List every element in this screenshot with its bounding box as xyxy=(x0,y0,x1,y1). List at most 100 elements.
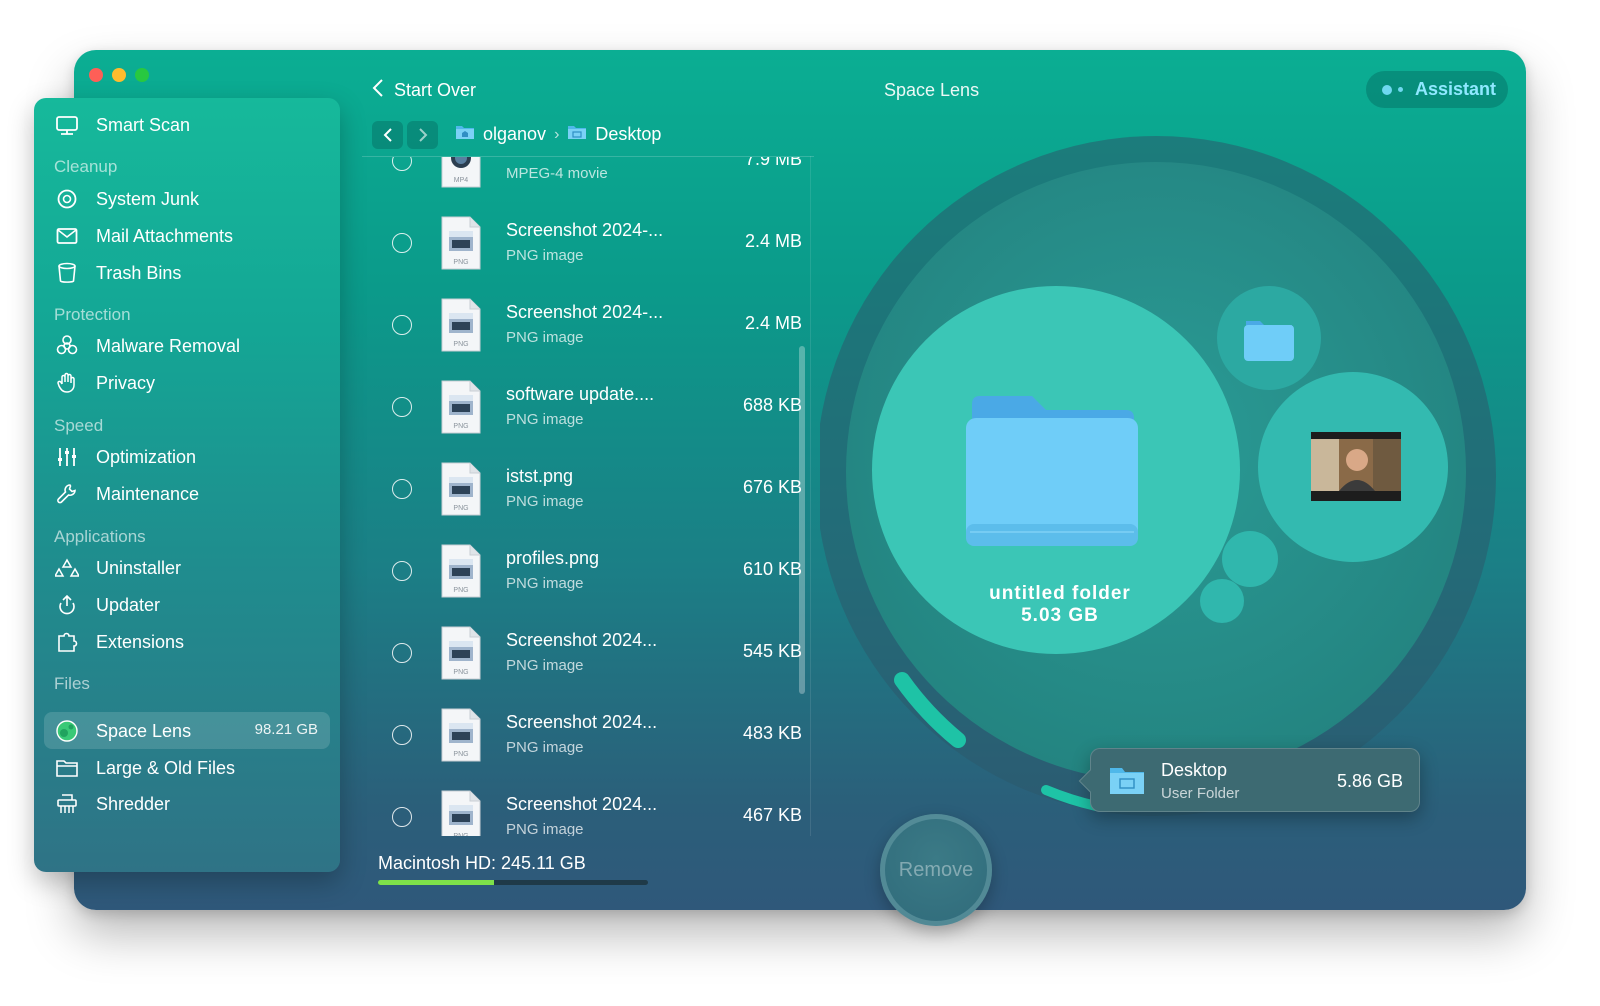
sidebar-item-privacy[interactable]: Privacy xyxy=(54,368,155,398)
junk-icon xyxy=(54,186,80,212)
desktop-folder-icon xyxy=(1109,765,1145,800)
list-item[interactable]: PNG Screenshot 2024... PNG image 467 KB xyxy=(362,777,802,836)
forward-button[interactable] xyxy=(407,121,438,149)
sidebar-item-label: Uninstaller xyxy=(96,557,182,578)
section-heading-speed: Speed xyxy=(54,416,104,435)
close-window-button[interactable] xyxy=(89,68,103,82)
section-heading-files: Files xyxy=(54,674,90,693)
select-checkbox[interactable] xyxy=(392,157,412,171)
file-type: MPEG-4 movie xyxy=(506,165,608,182)
file-size: 610 KB xyxy=(742,559,802,579)
sidebar-item-large-old-files[interactable]: Large & Old Files xyxy=(54,753,235,783)
remove-button[interactable]: Remove xyxy=(880,814,992,926)
select-checkbox[interactable] xyxy=(392,561,412,581)
sidebar-item-system-junk[interactable]: System Junk xyxy=(54,184,199,214)
list-item[interactable]: PNG Screenshot 2024... PNG image 545 KB xyxy=(362,613,802,693)
file-ext-label: PNG xyxy=(453,833,468,836)
chevron-right-icon xyxy=(418,128,427,142)
list-item[interactable]: PNG Screenshot 2024... PNG image 483 KB xyxy=(362,695,802,775)
file-name: profiles.png xyxy=(506,548,600,568)
sidebar-item-uninstaller[interactable]: Uninstaller xyxy=(54,553,181,583)
image-file-icon: PNG xyxy=(441,626,481,680)
updater-icon xyxy=(54,592,80,618)
select-checkbox[interactable] xyxy=(392,233,412,253)
shredder-icon xyxy=(54,791,80,817)
sidebar: Smart Scan Cleanup System Junk Mail Atta… xyxy=(34,98,340,872)
back-button[interactable] xyxy=(372,121,403,149)
breadcrumb-root[interactable]: olganov xyxy=(483,124,546,145)
file-name: CleanShot 2024-0... xyxy=(506,157,666,159)
file-type: PNG image xyxy=(506,247,584,264)
select-checkbox[interactable] xyxy=(392,315,412,335)
bubble-name: untitled folder xyxy=(989,583,1131,604)
wrench-icon xyxy=(54,481,80,507)
select-checkbox[interactable] xyxy=(392,643,412,663)
file-name: Screenshot 2024-... xyxy=(506,220,664,240)
assistant-dot-icon xyxy=(1382,84,1392,95)
space-lens-icon xyxy=(54,718,80,744)
tooltip-subtitle: User Folder xyxy=(1161,785,1240,802)
biohazard-icon xyxy=(54,333,80,359)
file-ext-label: PNG xyxy=(453,505,468,512)
assistant-button[interactable]: Assistant xyxy=(1366,71,1508,108)
sidebar-item-label: Large & Old Files xyxy=(96,757,236,778)
bubble-label: untitled folder 5.03 GB xyxy=(960,583,1160,627)
sidebar-item-label: Optimization xyxy=(96,446,197,467)
page-title: Space Lens xyxy=(884,80,980,100)
sidebar-item-label: Updater xyxy=(96,594,161,615)
sidebar-item-label: Space Lens xyxy=(96,720,192,741)
sidebar-item-shredder[interactable]: Shredder xyxy=(54,789,170,819)
file-size: 688 KB xyxy=(742,395,802,415)
list-item[interactable]: PNG Screenshot 2024-... PNG image 2.4 MB xyxy=(362,203,802,283)
file-name: Screenshot 2024... xyxy=(506,630,658,650)
sidebar-item-optimization[interactable]: Optimization xyxy=(54,442,196,472)
sliders-icon xyxy=(54,444,80,470)
select-checkbox[interactable] xyxy=(392,725,412,745)
zoom-window-button[interactable] xyxy=(135,68,149,82)
window-controls xyxy=(89,68,149,82)
select-checkbox[interactable] xyxy=(392,807,412,827)
divider xyxy=(810,156,811,836)
file-size: 676 KB xyxy=(742,477,802,497)
sidebar-item-smart-scan[interactable]: Smart Scan xyxy=(54,110,190,140)
sidebar-item-maintenance[interactable]: Maintenance xyxy=(54,479,199,509)
sidebar-item-label: Mail Attachments xyxy=(96,225,234,246)
list-item[interactable]: PNG profiles.png PNG image 610 KB xyxy=(362,531,802,611)
section-heading-protection: Protection xyxy=(54,305,131,324)
list-item[interactable]: PNG Screenshot 2024-... PNG image 2.4 MB xyxy=(362,285,802,365)
file-type: PNG image xyxy=(506,575,584,592)
chevron-left-icon xyxy=(383,128,392,142)
file-ext-label: PNG xyxy=(453,423,468,430)
scrollbar[interactable] xyxy=(799,346,805,694)
file-size: 2.4 MB xyxy=(744,313,802,333)
list-item[interactable]: PNG software update.... PNG image 688 KB xyxy=(362,367,802,447)
sidebar-item-trash-bins[interactable]: Trash Bins xyxy=(54,258,181,288)
file-type: PNG image xyxy=(506,493,584,510)
sidebar-item-updater[interactable]: Updater xyxy=(54,590,160,620)
sidebar-item-extensions[interactable]: Extensions xyxy=(54,627,184,657)
sidebar-item-malware-removal[interactable]: Malware Removal xyxy=(54,331,240,361)
photo-thumbnail-icon xyxy=(1311,432,1401,501)
tiny-bubble[interactable] xyxy=(1200,579,1244,623)
minimize-window-button[interactable] xyxy=(112,68,126,82)
section-heading-cleanup: Cleanup xyxy=(54,157,118,176)
file-name: Screenshot 2024-... xyxy=(506,302,664,322)
image-file-icon: PNG xyxy=(441,216,481,270)
tiny-bubble[interactable] xyxy=(1222,531,1278,587)
list-item[interactable]: PNG istst.png PNG image 676 KB xyxy=(362,449,802,529)
nav-buttons xyxy=(372,121,438,149)
sidebar-item-space-lens[interactable]: Space Lens xyxy=(54,716,191,746)
breadcrumb-current[interactable]: Desktop xyxy=(595,124,661,145)
file-size: 467 KB xyxy=(742,805,802,825)
select-checkbox[interactable] xyxy=(392,397,412,417)
select-checkbox[interactable] xyxy=(392,479,412,499)
start-over-button[interactable]: Start Over xyxy=(372,78,476,103)
file-type: PNG image xyxy=(506,821,584,836)
sidebar-item-label: Maintenance xyxy=(96,483,200,504)
list-item[interactable]: MP4 CleanShot 2024-0... MPEG-4 movie 7.9 MB xyxy=(362,157,802,201)
disk-usage-bar xyxy=(378,880,648,885)
image-file-icon: PNG xyxy=(441,298,481,352)
monitor-icon xyxy=(54,112,80,138)
sidebar-item-label: System Junk xyxy=(96,188,200,209)
sidebar-item-mail-attachments[interactable]: Mail Attachments xyxy=(54,221,233,251)
